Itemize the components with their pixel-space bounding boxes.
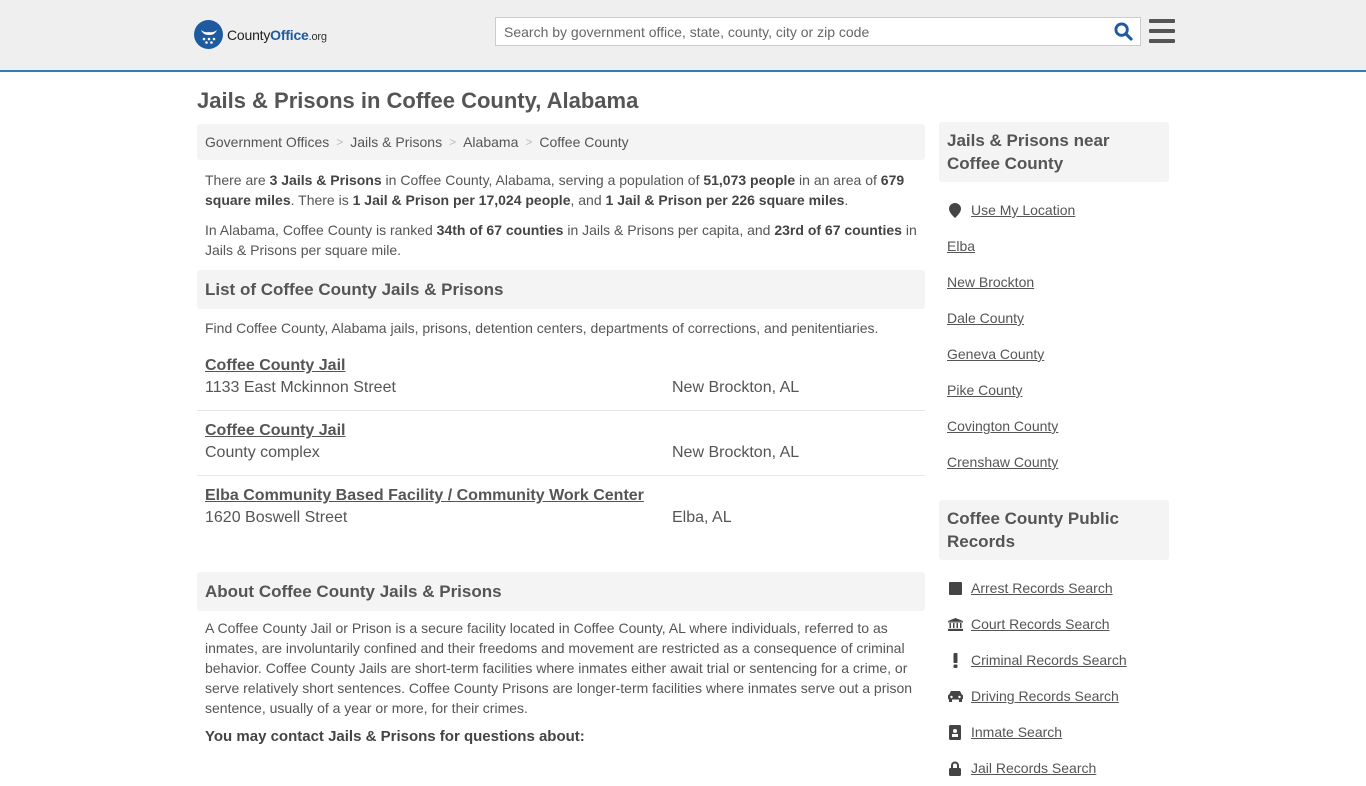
sidebar: Jails & Prisons near Coffee County Use M… bbox=[939, 122, 1169, 786]
listing-name-link[interactable]: Elba Community Based Facility / Communit… bbox=[205, 487, 644, 504]
listing-item: Coffee County Jail 1133 East Mckinnon St… bbox=[197, 346, 925, 411]
nearby-item: Pike County bbox=[947, 372, 1161, 408]
intro-ranking-paragraph: In Alabama, Coffee County is ranked 34th… bbox=[205, 220, 917, 260]
breadcrumb: Government Offices > Jails & Prisons > A… bbox=[197, 124, 925, 160]
record-item: Court Records Search bbox=[947, 606, 1161, 642]
record-item: Arrest Records Search bbox=[947, 570, 1161, 606]
listing-name-link[interactable]: Coffee County Jail bbox=[205, 357, 345, 374]
nearby-link-new-brockton[interactable]: New Brockton bbox=[947, 274, 1034, 290]
search-icon bbox=[1113, 22, 1133, 41]
breadcrumb-separator: > bbox=[525, 135, 533, 149]
intro-text: There are bbox=[205, 172, 270, 188]
search-button[interactable] bbox=[1106, 18, 1140, 45]
logo-wordmark: CountyOffice.org bbox=[227, 26, 327, 43]
nearby-item: Crenshaw County bbox=[947, 444, 1161, 480]
courthouse-icon bbox=[947, 617, 963, 631]
intro-text: In Alabama, Coffee County is ranked bbox=[205, 222, 437, 238]
inmate-search-link[interactable]: Inmate Search bbox=[971, 724, 1062, 740]
breadcrumb-coffee-county: Coffee County bbox=[539, 134, 629, 150]
breadcrumb-jails-prisons[interactable]: Jails & Prisons bbox=[350, 134, 442, 150]
breadcrumb-government-offices[interactable]: Government Offices bbox=[205, 134, 329, 150]
listing-city: Elba, AL bbox=[672, 509, 732, 526]
nearby-link-elba[interactable]: Elba bbox=[947, 238, 975, 254]
listing-city: New Brockton, AL bbox=[672, 444, 800, 461]
record-item: Inmate Search bbox=[947, 714, 1161, 750]
lock-icon bbox=[947, 761, 963, 776]
listing-name-link[interactable]: Coffee County Jail bbox=[205, 422, 345, 439]
listing-address: 1620 Boswell Street bbox=[205, 509, 348, 526]
record-item: Criminal Records Search bbox=[947, 642, 1161, 678]
criminal-records-link[interactable]: Criminal Records Search bbox=[971, 652, 1127, 668]
exclamation-icon bbox=[947, 652, 963, 668]
record-item: Driving Records Search bbox=[947, 678, 1161, 714]
intro-text: . bbox=[844, 192, 849, 208]
listing-item: Coffee County Jail County complex New Br… bbox=[197, 411, 925, 476]
nearby-link-pike-county[interactable]: Pike County bbox=[947, 382, 1022, 398]
intro-text: in Jails & Prisons per capita, and bbox=[563, 222, 775, 238]
intro-stat-highlight: 3 Jails & Prisons bbox=[269, 172, 382, 188]
id-badge-icon bbox=[947, 724, 963, 740]
nearby-list: Use My Location Elba New Brockton Dale C… bbox=[939, 182, 1169, 480]
intro-text: . There is bbox=[290, 192, 353, 208]
nearby-link-geneva-county[interactable]: Geneva County bbox=[947, 346, 1044, 362]
site-header: CountyOffice.org bbox=[0, 0, 1366, 72]
nearby-link-crenshaw-county[interactable]: Crenshaw County bbox=[947, 454, 1058, 470]
record-item: Jail Records Search bbox=[947, 750, 1161, 786]
nearby-heading: Jails & Prisons near Coffee County bbox=[939, 122, 1169, 182]
hamburger-menu-icon[interactable] bbox=[1149, 19, 1175, 43]
map-marker-icon bbox=[947, 202, 963, 218]
intro-text: in an area of bbox=[795, 172, 881, 188]
about-section-body: A Coffee County Jail or Prison is a secu… bbox=[205, 620, 913, 716]
public-records-heading: Coffee County Public Records bbox=[939, 500, 1169, 560]
eagle-logo-icon bbox=[194, 20, 223, 49]
jail-records-link[interactable]: Jail Records Search bbox=[971, 760, 1096, 776]
listings: Coffee County Jail 1133 East Mckinnon St… bbox=[197, 346, 925, 541]
use-my-location-item: Use My Location bbox=[947, 192, 1161, 228]
listing-address: 1133 East Mckinnon Street bbox=[205, 379, 396, 396]
intro-stat-highlight: 1 Jail & Prison per 17,024 people bbox=[352, 192, 571, 208]
main-content: Government Offices > Jails & Prisons > A… bbox=[197, 124, 925, 745]
intro-text: , and bbox=[570, 192, 606, 208]
listing-city: New Brockton, AL bbox=[672, 379, 800, 396]
nearby-item: Covington County bbox=[947, 408, 1161, 444]
car-icon bbox=[947, 690, 963, 702]
breadcrumb-separator: > bbox=[336, 135, 344, 149]
intro-stat-highlight: 1 Jail & Prison per 226 square miles bbox=[605, 192, 845, 208]
court-records-link[interactable]: Court Records Search bbox=[971, 616, 1110, 632]
use-my-location-link[interactable]: Use My Location bbox=[971, 202, 1075, 218]
intro-stat-highlight: 23rd of 67 counties bbox=[774, 222, 902, 238]
square-icon bbox=[947, 581, 963, 595]
nearby-link-covington-county[interactable]: Covington County bbox=[947, 418, 1058, 434]
driving-records-link[interactable]: Driving Records Search bbox=[971, 688, 1119, 704]
nearby-item: Geneva County bbox=[947, 336, 1161, 372]
nearby-link-dale-county[interactable]: Dale County bbox=[947, 310, 1024, 326]
public-records-list: Arrest Records Search Court Records Sear… bbox=[939, 560, 1169, 786]
listing-item: Elba Community Based Facility / Communit… bbox=[197, 476, 925, 541]
intro-text: in Coffee County, Alabama, serving a pop… bbox=[381, 172, 704, 188]
site-logo[interactable]: CountyOffice.org bbox=[194, 20, 327, 49]
contact-questions-heading: You may contact Jails & Prisons for ques… bbox=[205, 728, 585, 745]
intro-stat-highlight: 51,073 people bbox=[703, 172, 796, 188]
intro-stats-paragraph: There are 3 Jails & Prisons in Coffee Co… bbox=[205, 170, 917, 210]
intro-stat-highlight: 34th of 67 counties bbox=[436, 222, 564, 238]
breadcrumb-alabama[interactable]: Alabama bbox=[463, 134, 518, 150]
about-section-heading: About Coffee County Jails & Prisons bbox=[197, 572, 925, 611]
nearby-item: Elba bbox=[947, 228, 1161, 264]
listing-address: County complex bbox=[205, 444, 320, 461]
intro-summary: There are 3 Jails & Prisons in Coffee Co… bbox=[197, 160, 925, 260]
list-section-heading: List of Coffee County Jails & Prisons bbox=[197, 270, 925, 309]
page-title: Jails & Prisons in Coffee County, Alabam… bbox=[197, 88, 639, 113]
search-box bbox=[495, 17, 1141, 46]
nearby-item: New Brockton bbox=[947, 264, 1161, 300]
nearby-item: Dale County bbox=[947, 300, 1161, 336]
list-section-description: Find Coffee County, Alabama jails, priso… bbox=[205, 320, 879, 336]
arrest-records-link[interactable]: Arrest Records Search bbox=[971, 580, 1113, 596]
breadcrumb-separator: > bbox=[449, 135, 457, 149]
search-input[interactable] bbox=[496, 18, 1106, 45]
